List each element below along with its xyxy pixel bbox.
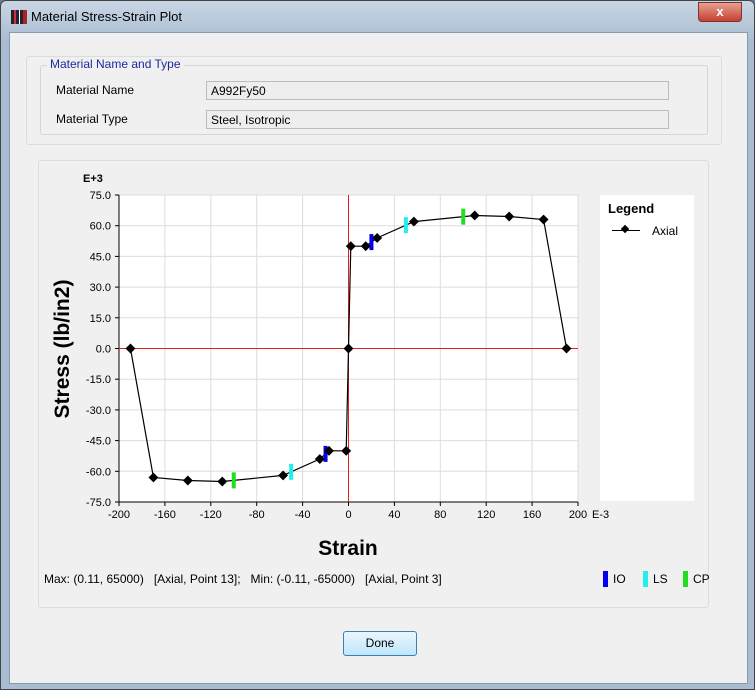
y-tick-label: -15.0 [86, 374, 111, 386]
y-tick-label: -75.0 [86, 497, 111, 509]
x-tick-label: 120 [477, 509, 495, 521]
y-tick-label: -30.0 [86, 405, 111, 417]
done-button[interactable]: Done [343, 631, 417, 656]
y-tick-label: 30.0 [90, 282, 111, 294]
window-title: Material Stress-Strain Plot [31, 9, 182, 24]
x-tick-label: -160 [154, 509, 176, 521]
legend-box: Legend Axial [600, 195, 694, 501]
hinge-swatch-io [603, 571, 608, 587]
y-axis-label: Stress (lb/in2) [51, 280, 74, 419]
y-exponent: E+3 [83, 173, 103, 185]
legend-title: Legend [608, 201, 655, 216]
x-tick-label: 160 [523, 509, 541, 521]
legend-marker-icon [620, 224, 630, 234]
hinge-marker-cp [231, 472, 236, 489]
y-tick-label: 60.0 [90, 221, 111, 233]
x-tick-label: 200 [569, 509, 587, 521]
y-tick-label: 15.0 [90, 313, 111, 325]
hinge-swatch-ls [643, 571, 648, 587]
hinge-label-cp: CP [693, 572, 710, 586]
dialog-body: Material Name and Type Material Name A99… [9, 32, 748, 684]
x-axis-label: Strain [318, 537, 378, 560]
hinge-marker-cp [461, 208, 466, 225]
app-icon [11, 10, 27, 24]
hinge-label-io: IO [613, 572, 626, 586]
x-tick-label: 0 [345, 509, 351, 521]
hinge-marker-ls [289, 463, 294, 480]
y-tick-label: -45.0 [86, 436, 111, 448]
y-tick-label: 0.0 [96, 344, 111, 356]
dialog-window: Material Stress-Strain Plot x Material N… [0, 0, 755, 690]
hinge-marker-io [369, 234, 374, 251]
x-tick-label: -80 [249, 509, 265, 521]
x-exponent: E-3 [592, 509, 609, 521]
hinge-swatch-cp [683, 571, 688, 587]
max-min-summary: Max: (0.11, 65000) [Axial, Point 13]; Mi… [44, 572, 442, 586]
x-tick-label: -120 [200, 509, 222, 521]
hinge-marker-ls [403, 217, 408, 234]
y-tick-label: -60.0 [86, 466, 111, 478]
x-tick-label: 80 [434, 509, 446, 521]
legend-axial: Axial [652, 224, 679, 238]
y-tick-label: 45.0 [90, 251, 111, 263]
x-tick-label: -40 [295, 509, 311, 521]
hinge-label-ls: LS [653, 572, 668, 586]
x-tick-label: 40 [388, 509, 400, 521]
y-tick-label: 75.0 [90, 190, 111, 202]
close-button[interactable]: x [698, 2, 742, 22]
x-tick-label: -200 [108, 509, 130, 521]
